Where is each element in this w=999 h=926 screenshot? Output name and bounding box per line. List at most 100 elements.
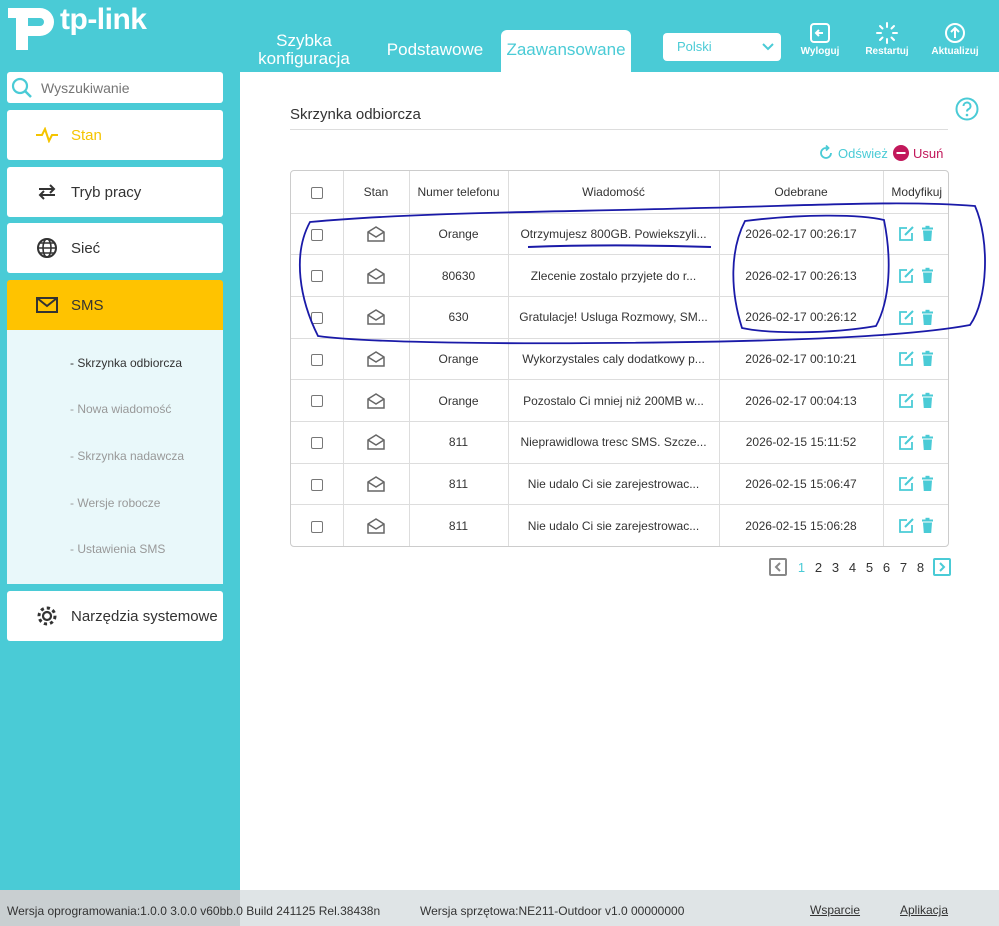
table-row[interactable]: 811 Nieprawidlowa tresc SMS. Szcze... 2026… — [291, 421, 948, 464]
modify-cell — [883, 213, 948, 256]
tab-quick-setup[interactable]: Szybka konfiguracja — [258, 32, 350, 68]
table-row[interactable]: 630 Gratulacje! Usluga Rozmowy, SM... 2026… — [291, 296, 948, 339]
edit-icon[interactable] — [896, 393, 917, 408]
row-select-cell — [291, 338, 344, 381]
page-number[interactable]: 1 — [797, 560, 806, 575]
help-icon[interactable] — [955, 97, 979, 121]
select-all-checkbox[interactable] — [310, 186, 323, 199]
row-select-cell — [291, 296, 344, 339]
received-cell: 2026-02-17 00:26:17 — [719, 213, 884, 256]
submenu-inbox[interactable]: - Skrzynka odbiorcza — [70, 356, 182, 370]
sidebar-item-system-tools[interactable]: Narzędzia systemowe — [7, 591, 223, 641]
page-number[interactable]: 6 — [882, 560, 891, 575]
sidebar-item-operation-mode[interactable]: Tryb pracy — [7, 167, 223, 217]
logout-icon — [810, 23, 830, 43]
sidebar-item-status[interactable]: Stan — [7, 110, 223, 160]
refresh-button[interactable]: Odśwież — [818, 145, 888, 161]
sidebar-item-network[interactable]: Sieć — [7, 223, 223, 273]
trash-icon[interactable] — [917, 518, 938, 534]
row-checkbox[interactable] — [310, 520, 323, 533]
message-cell[interactable]: Nieprawidlowa tresc SMS. Szcze... — [508, 421, 720, 464]
table-header-row: Stan Numer telefonu Wiadomość Odebrane M… — [291, 171, 948, 214]
submenu-outbox[interactable]: - Skrzynka nadawcza — [70, 449, 184, 463]
row-checkbox[interactable] — [310, 312, 323, 325]
page-number[interactable]: 4 — [848, 560, 857, 575]
table-row[interactable]: 80630 Zlecenie zostalo przyjete do r... 20… — [291, 254, 948, 297]
message-cell[interactable]: Wykorzystales caly dodatkowy p... — [508, 338, 720, 381]
page-number[interactable]: 8 — [916, 560, 925, 575]
row-checkbox[interactable] — [310, 437, 323, 450]
edit-icon[interactable] — [896, 351, 917, 367]
row-select-cell — [291, 254, 344, 297]
row-select-cell — [291, 504, 344, 546]
edit-icon[interactable] — [896, 518, 917, 534]
trash-icon[interactable] — [917, 309, 938, 325]
message-cell[interactable]: Nie udalo Ci sie zarejestrowac... — [508, 504, 720, 546]
table-row[interactable]: Orange Pozostalo Ci mniej niż 200MB w... 2… — [291, 379, 948, 422]
submenu-sms-settings[interactable]: - Ustawienia SMS — [70, 542, 165, 556]
submenu-new-message[interactable]: - Nowa wiadomość — [70, 402, 171, 416]
message-cell[interactable]: Pozostalo Ci mniej niż 200MB w... — [508, 379, 720, 422]
reboot-button[interactable]: Restartuj — [855, 22, 919, 57]
tab-advanced[interactable]: Zaawansowane — [501, 30, 631, 72]
support-link[interactable]: Wsparcie — [810, 903, 860, 917]
search-input[interactable] — [41, 79, 211, 96]
received-cell: 2026-02-17 00:26:12 — [719, 296, 884, 339]
edit-icon[interactable] — [896, 309, 917, 325]
page-number[interactable]: 7 — [899, 560, 908, 575]
page-number[interactable]: 3 — [831, 560, 840, 575]
table-row[interactable]: 811 Nie udalo Ci sie zarejestrowac... 2026… — [291, 463, 948, 506]
search-box[interactable] — [7, 72, 223, 103]
status-cell — [343, 463, 410, 506]
trash-icon[interactable] — [917, 392, 938, 409]
prev-page-button[interactable] — [769, 558, 787, 576]
top-bar: tp-link Szybka konfiguracja Podstawowe Z… — [0, 0, 999, 72]
delete-button[interactable]: Usuń — [893, 145, 943, 161]
title-divider — [290, 129, 948, 130]
language-select[interactable]: Polski — [663, 33, 781, 61]
trash-icon[interactable] — [917, 476, 938, 492]
row-checkbox[interactable] — [310, 395, 323, 408]
chevron-right-icon — [939, 562, 946, 572]
brand-name: tp-link — [60, 3, 147, 36]
update-icon — [945, 23, 965, 43]
app-link[interactable]: Aplikacja — [900, 903, 948, 917]
row-checkbox[interactable] — [310, 228, 323, 241]
tp-link-logo[interactable]: tp-link — [6, 3, 147, 54]
message-cell[interactable]: Zlecenie zostalo przyjete do r... — [508, 254, 720, 297]
table-row[interactable]: Orange Otrzymujesz 800GB. Powiekszyli... 2… — [291, 213, 948, 256]
tp-link-logo-icon — [8, 8, 54, 50]
sidebar-item-sms[interactable]: SMS — [7, 280, 223, 330]
col-header-received: Odebrane — [719, 171, 884, 214]
edit-icon[interactable] — [896, 226, 917, 242]
submenu-drafts[interactable]: - Wersje robocze — [70, 496, 160, 510]
edit-icon[interactable] — [896, 476, 917, 492]
row-checkbox[interactable] — [310, 270, 323, 283]
trash-icon[interactable] — [917, 267, 938, 284]
trash-icon[interactable] — [917, 226, 938, 242]
next-page-button[interactable] — [933, 558, 951, 576]
logout-button[interactable]: Wyloguj — [788, 22, 852, 57]
table-row[interactable]: Orange Wykorzystales caly dodatkowy p... 2… — [291, 338, 948, 381]
edit-icon[interactable] — [896, 434, 917, 450]
modify-cell — [883, 505, 948, 546]
tab-basic[interactable]: Podstawowe — [382, 30, 488, 72]
table-row[interactable]: 811 Nie udalo Ci sie zarejestrowac... 2026… — [291, 504, 948, 546]
message-cell[interactable]: Nie udalo Ci sie zarejestrowac... — [508, 463, 720, 506]
phone-number-cell: 811 — [409, 463, 509, 506]
row-checkbox[interactable] — [310, 353, 323, 366]
edit-icon[interactable] — [896, 268, 917, 283]
gear-icon — [35, 604, 59, 628]
update-button[interactable]: Aktualizuj — [923, 22, 987, 57]
page-number[interactable]: 2 — [814, 560, 823, 575]
row-checkbox[interactable] — [310, 478, 323, 491]
message-cell[interactable]: Gratulacje! Usluga Rozmowy, SM... — [508, 296, 720, 339]
page-number[interactable]: 5 — [865, 560, 874, 575]
trash-icon[interactable] — [917, 351, 938, 367]
tab-quick-setup-line1: Szybka — [276, 31, 332, 50]
row-select-cell — [291, 463, 344, 506]
trash-icon[interactable] — [917, 434, 938, 450]
sidebar-item-label: Tryb pracy — [71, 183, 142, 201]
phone-number-cell: 80630 — [409, 254, 509, 297]
message-cell[interactable]: Otrzymujesz 800GB. Powiekszyli... — [508, 213, 720, 256]
